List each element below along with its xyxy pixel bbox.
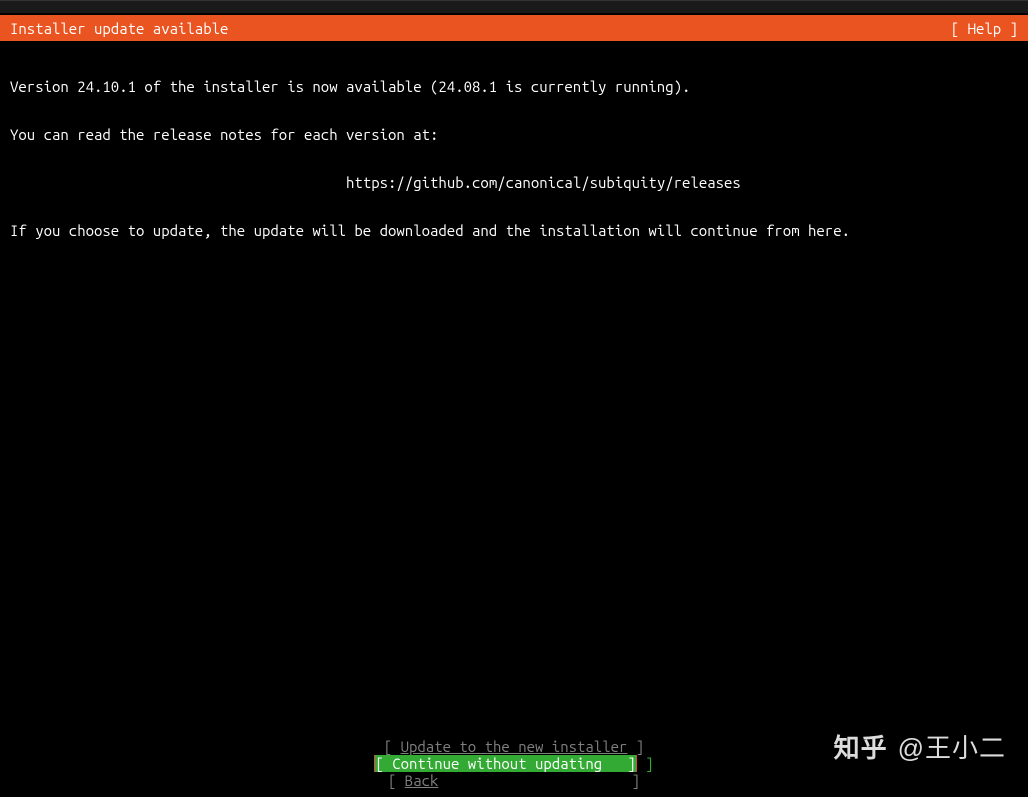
release-notes-url: https://github.com/canonical/subiquity/r…: [10, 174, 741, 191]
release-notes-intro: You can read the release notes for each …: [10, 126, 438, 143]
zhihu-logo-icon: 知乎: [834, 728, 888, 765]
version-info-line: Version 24.10.1 of the installer is now …: [10, 78, 690, 95]
continue-button-row[interactable]: [ Continue without updating ]: [374, 755, 636, 772]
url-text: https://github.com/canonical/subiquity/r…: [346, 174, 741, 191]
watermark-author: @王小二: [898, 728, 1006, 765]
watermark: 知乎 @王小二: [834, 728, 1006, 765]
help-button[interactable]: [ Help ]: [951, 20, 1018, 37]
continue-button-label: Continue without updating: [392, 755, 602, 772]
content-area: Version 24.10.1 of the installer is now …: [0, 41, 1028, 253]
header-title: Installer update available: [10, 20, 228, 37]
window-top-bar: [0, 0, 1028, 15]
update-button-label: Update to the new installer: [401, 738, 628, 755]
back-button-row[interactable]: [ Back ]: [0, 773, 1028, 790]
header-bar: Installer update available [ Help ]: [0, 15, 1028, 41]
update-explain-line: If you choose to update, the update will…: [10, 222, 850, 239]
back-button-label: Back: [405, 772, 439, 789]
